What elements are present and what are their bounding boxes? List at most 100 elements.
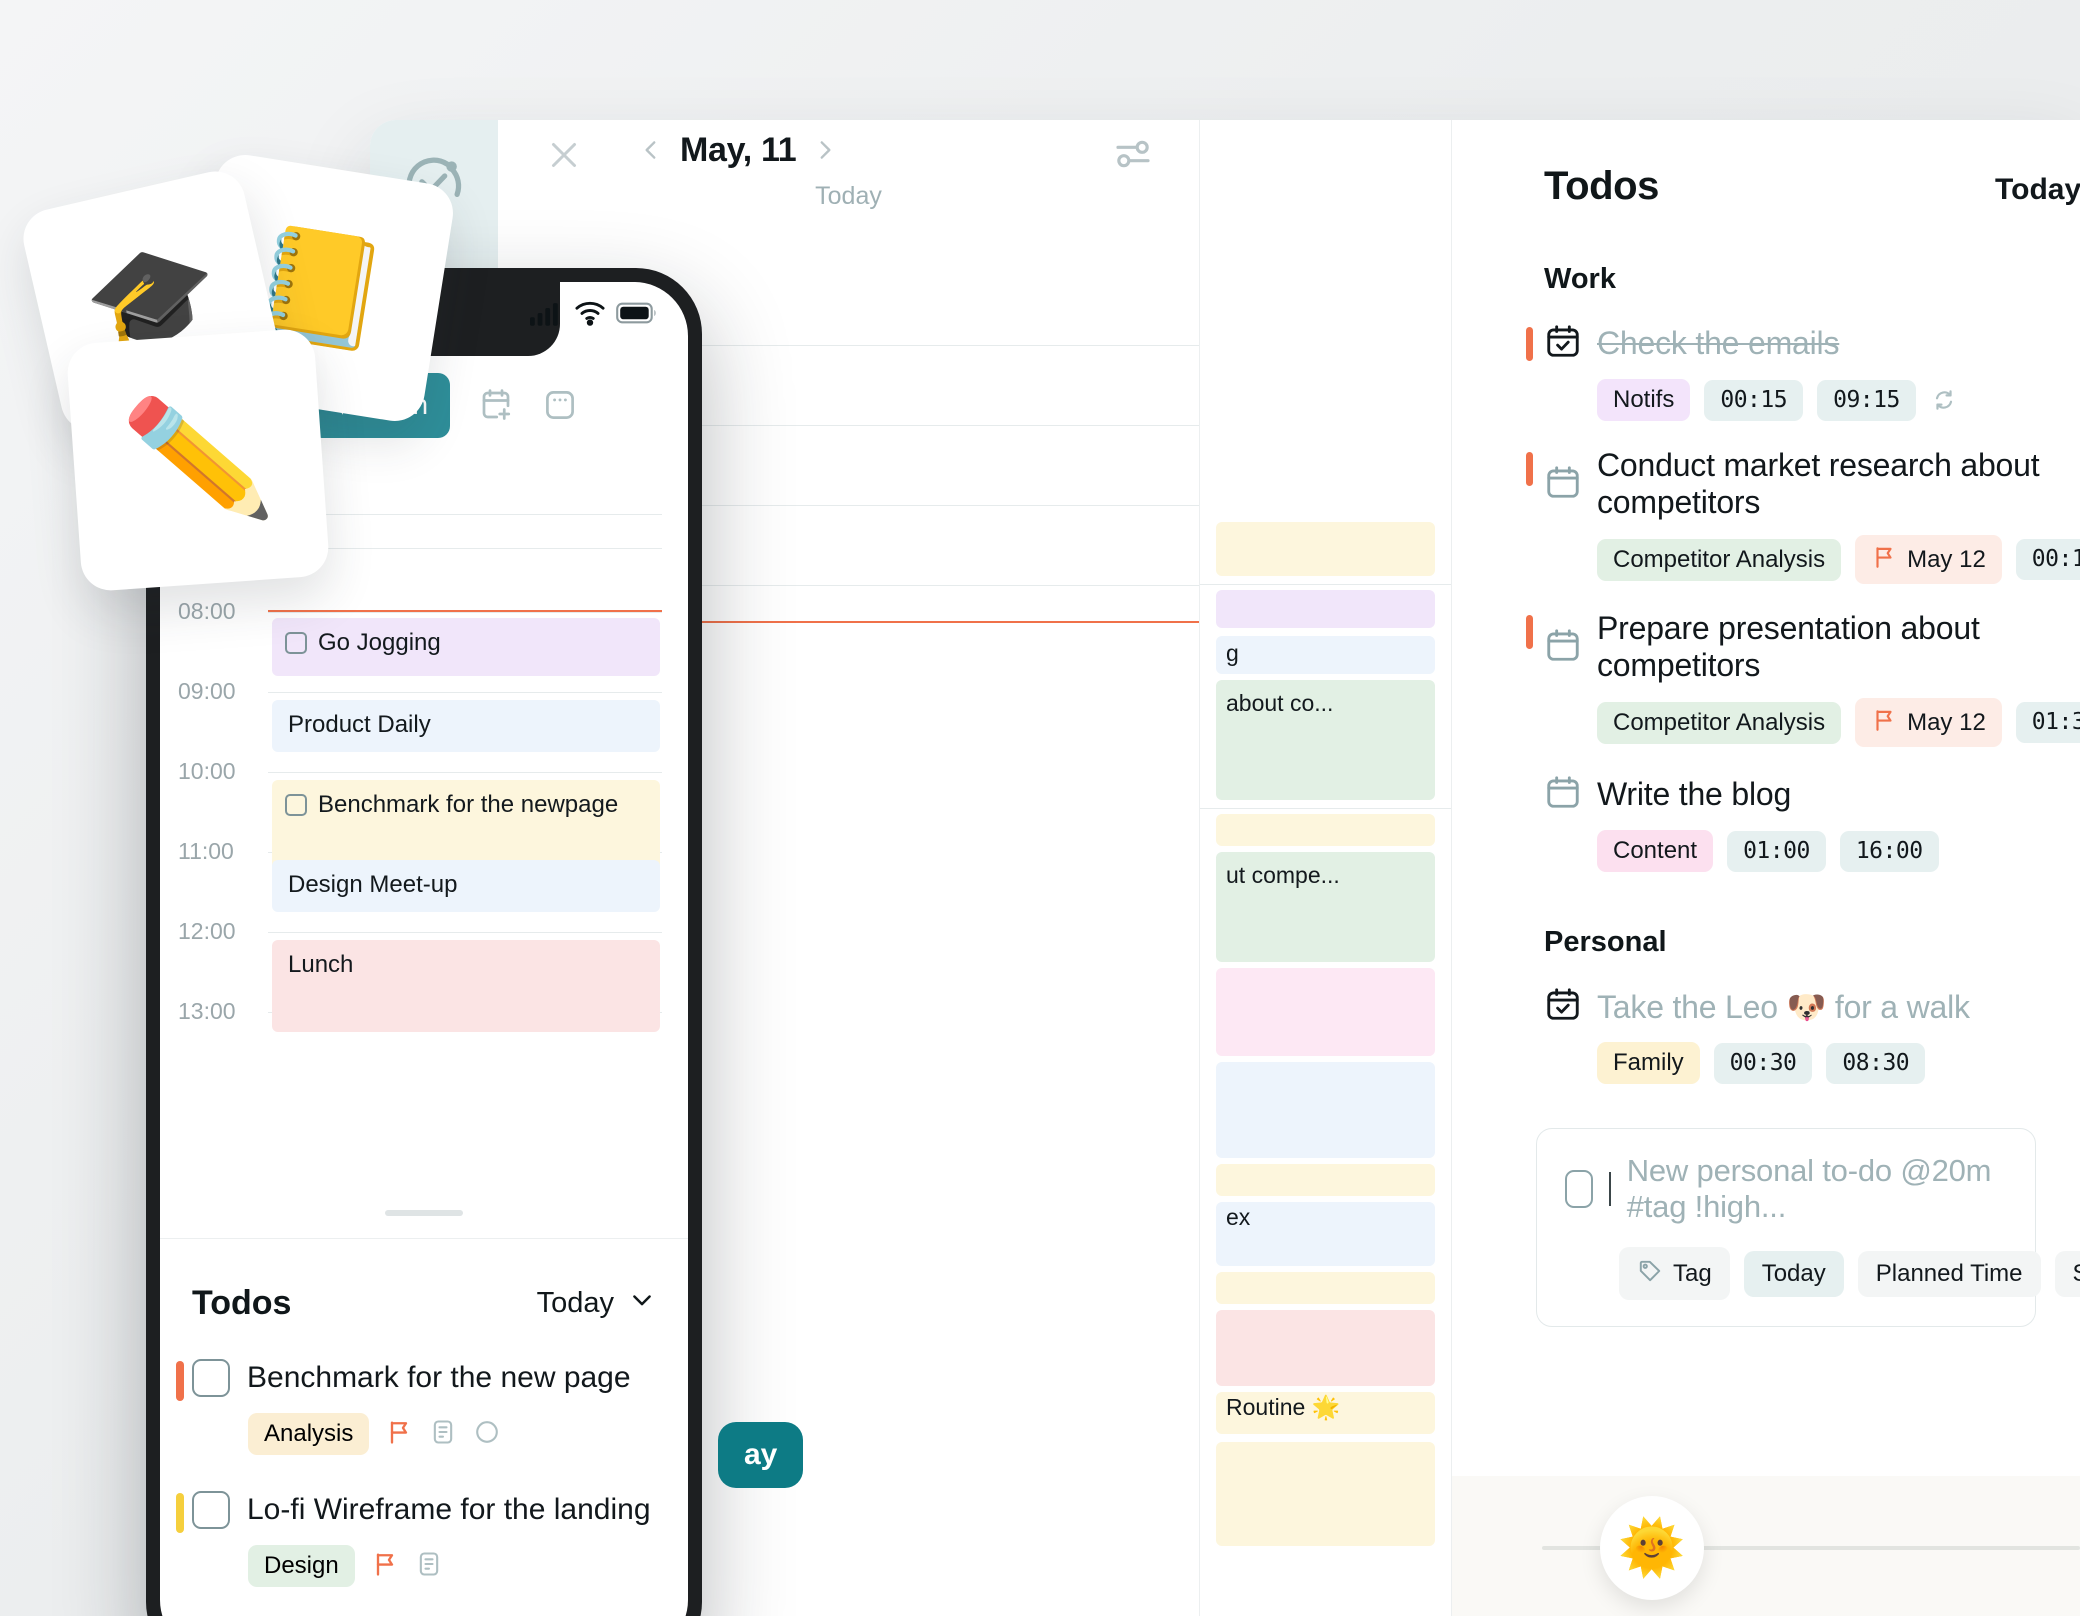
todos-tabs: Today Tomorrow Rest of T [1995,173,2080,207]
peek-event[interactable] [1216,814,1435,846]
flag-icon[interactable] [385,1418,413,1451]
chevron-right-icon[interactable] [812,130,838,170]
todo-duration[interactable]: 00:15 [1704,379,1804,421]
calendar-icon[interactable] [1544,626,1582,669]
sun-icon[interactable]: 🌞 [1600,1496,1704,1600]
todo-title[interactable]: Take the Leo 🐶 for a walk [1597,988,1970,1026]
todo-duration[interactable]: 00:30 [1713,1042,1813,1084]
more-options-icon[interactable] [542,387,578,423]
bottom-sheet-handle[interactable] [385,1210,463,1216]
peek-event[interactable] [1216,1062,1435,1158]
todo-duration[interactable]: 00:15 / 01:30 [2015,539,2080,580]
todo-tag[interactable]: Competitor Analysis [1597,701,1842,744]
checkbox-icon[interactable] [192,1491,230,1529]
phone-todo-title[interactable]: Benchmark for the new page [247,1361,631,1395]
peek-event[interactable]: g [1216,636,1435,674]
priority-bar [1526,327,1533,361]
close-icon[interactable] [546,137,582,173]
peek-event[interactable]: ut compe... [1216,852,1435,962]
todo-title[interactable]: Check the emails [1597,325,1839,362]
note-icon[interactable] [415,1550,443,1583]
phone-todo-item[interactable]: Benchmark for the new page Analysis [176,1359,656,1455]
hour-label: 08:00 [178,598,236,624]
todo-title[interactable]: Write the blog [1597,776,1791,813]
peek-event[interactable] [1216,1272,1435,1304]
calendar-event[interactable]: Lunch [272,940,660,1032]
new-todo-composer[interactable]: New personal to-do @20m #tag !high... Ta… [1536,1128,2080,1327]
todo-scheduled-time[interactable]: 08:30 [1826,1042,1926,1084]
checkbox-icon[interactable] [192,1359,230,1397]
checkbox-icon[interactable] [285,632,307,654]
todo-item[interactable]: Take the Leo 🐶 for a walk Family 00:30 0… [1544,985,2080,1084]
peek-event[interactable] [1216,1310,1435,1386]
checkbox-icon[interactable] [1565,1170,1594,1208]
calendar-add-icon[interactable] [478,387,514,423]
phone-todos-header: Todos Today [192,1284,656,1323]
phone-todo-tag[interactable]: Analysis [248,1413,370,1455]
calendar-icon[interactable] [1544,773,1582,816]
phone-todo-title[interactable]: Lo-fi Wireframe for the landing [247,1493,651,1527]
todos-panel: Todos Today Tomorrow Rest of T Work Chec… [1452,120,2080,1616]
peek-event[interactable] [1216,1164,1435,1196]
schedule-button[interactable]: Schedule [2054,1250,2080,1297]
calendar-event[interactable]: Go Jogging [272,618,660,676]
todo-item[interactable]: Prepare presentation about competitors C… [1526,610,2080,747]
calendar-event[interactable]: Product Daily [272,700,660,752]
calendar-check-icon[interactable] [1544,322,1582,365]
todo-tag[interactable]: Notifs [1597,379,1691,421]
todo-tag[interactable]: Competitor Analysis [1597,538,1842,581]
phone-todo-item[interactable]: Lo-fi Wireframe for the landing Design [176,1491,656,1587]
priority-circle-icon[interactable] [473,1418,501,1451]
today-button[interactable]: Today [1743,1250,1844,1297]
todo-item[interactable]: Conduct market research about competitor… [1526,447,2080,584]
todo-tag[interactable]: Content [1597,830,1714,872]
wifi-icon [574,300,606,331]
peek-event[interactable]: Routine 🌟 [1216,1392,1435,1434]
peek-event[interactable]: about co... [1216,680,1435,800]
calendar-check-icon[interactable] [1544,985,1582,1028]
flag-icon[interactable] [371,1550,399,1583]
date-navigator: May, 11 [638,130,838,170]
todo-item[interactable]: Write the blog Content 01:00 16:00 [1544,773,2080,872]
todo-duration[interactable]: 01:30 [2015,702,2080,743]
planned-time-button[interactable]: Planned Time [1857,1250,2041,1297]
todo-tag[interactable]: Family [1597,1042,1700,1084]
phone-todos-filter[interactable]: Today [537,1286,656,1322]
tab-today[interactable]: Today [1995,173,2080,207]
phone-todo-meta-row: Design [248,1545,656,1587]
todo-scheduled-time[interactable]: 09:15 [1817,379,1916,421]
hour-label: 12:00 [178,918,236,944]
phone-primary-action-button[interactable]: ay [718,1422,804,1488]
calendar-icon[interactable] [1544,463,1582,506]
tag-button-label: Tag [1673,1259,1712,1287]
hour-label: 11:00 [178,838,234,864]
todo-due-date[interactable]: May 12 [1855,535,2002,584]
peek-event[interactable] [1216,968,1435,1056]
composer-input-row: New personal to-do @20m #tag !high... [1565,1153,2007,1225]
settings-sliders-icon[interactable] [1113,134,1153,174]
peek-event[interactable] [1216,590,1435,628]
calendar-event-title: Benchmark for the newpage [318,791,619,818]
calendar-date-label[interactable]: May, 11 [680,131,797,170]
tag-button[interactable]: Tag [1619,1247,1730,1300]
repeat-icon[interactable] [1930,386,1958,414]
peek-event[interactable] [1216,1442,1435,1546]
todo-item[interactable]: Check the emails Notifs 00:15 09:15 [1526,322,2080,421]
todo-scheduled-time[interactable]: 16:00 [1839,830,1939,872]
note-icon[interactable] [429,1418,457,1451]
checkbox-icon[interactable] [285,794,307,816]
todo-title[interactable]: Prepare presentation about competitors [1597,610,2080,684]
calendar-today-label[interactable]: Today [498,182,1199,211]
calendar-event[interactable]: Design Meet-up [272,860,660,912]
new-todo-input[interactable]: New personal to-do @20m #tag !high... [1627,1153,2007,1225]
peek-event[interactable] [1216,522,1435,576]
peek-event-title: ut compe... [1226,862,1340,888]
todo-title[interactable]: Conduct market research about competitor… [1597,447,2080,521]
todo-due-date[interactable]: May 12 [1855,698,2002,747]
todo-main-row: Write the blog [1544,773,2080,816]
calendar-header: May, 11 Today [498,120,1199,240]
phone-todo-tag[interactable]: Design [248,1545,355,1587]
chevron-left-icon[interactable] [638,130,664,170]
peek-event[interactable]: ex [1216,1202,1435,1266]
todo-duration[interactable]: 01:00 [1727,830,1826,872]
